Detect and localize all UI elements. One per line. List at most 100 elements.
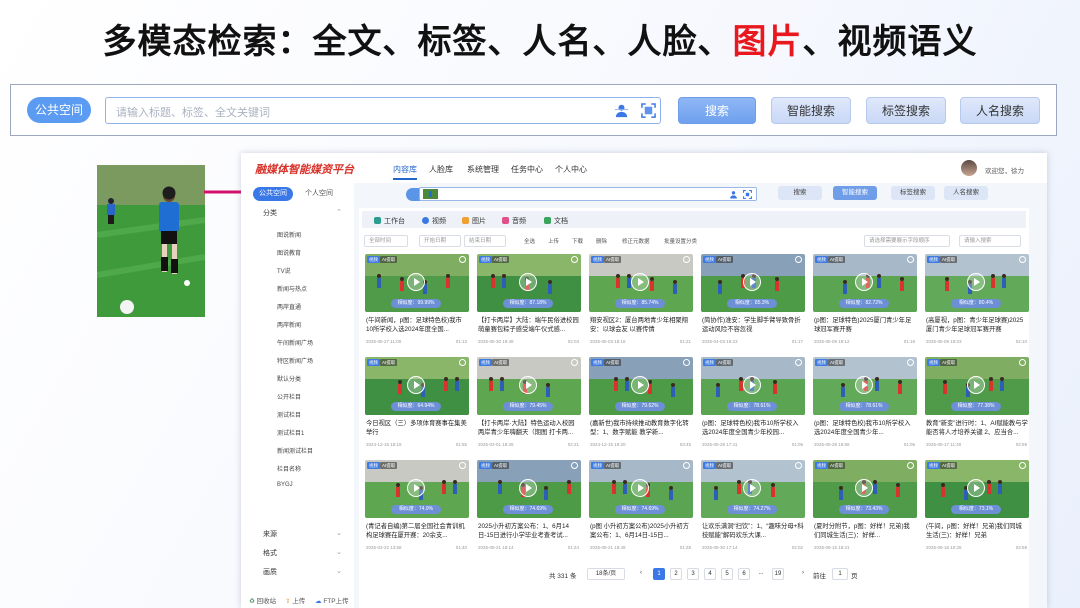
app-tag-search-button[interactable]: 标签搜索 [891, 186, 935, 200]
chevron-down-icon[interactable]: ⌄ [336, 548, 342, 556]
sidebar-item[interactable]: BYGJ [277, 482, 293, 488]
video-thumbnail[interactable]: 视频 AI提取 相似度：73.1% [925, 460, 1029, 518]
play-icon[interactable] [519, 376, 537, 394]
face-search-icon[interactable] [729, 190, 738, 199]
tag-search-button[interactable]: 标签搜索 [866, 97, 946, 124]
video-thumbnail[interactable]: 视频 AI提取 相似度：77.38% [925, 357, 1029, 415]
result-card[interactable]: 视频 AI提取 相似度：64.94% 今日视区（三）多项体育赛事在集美举行 20… [365, 357, 469, 453]
result-card[interactable]: 视频 AI提取 相似度：74.69% 2025小升初方案公布：1、6月14日-1… [477, 460, 581, 556]
field-order-select[interactable]: 请选择需要展示字段顺序 [864, 235, 950, 247]
video-thumbnail[interactable]: 视频 AI提取 相似度：79.45% [477, 357, 581, 415]
scope-pill[interactable]: 公共空间 [27, 97, 91, 123]
card-title[interactable]: (午间新闻，p图：足球特色校)我市10所学校入选2024年度全国... [366, 316, 468, 334]
page-number[interactable]: 1 [653, 568, 665, 580]
page-number[interactable]: 4 [704, 568, 716, 580]
video-thumbnail[interactable]: 视频 AI提取 相似度：74.69% [477, 460, 581, 518]
card-title[interactable]: 【打卡两岸·大陆】特色运动入校园 两岸青少年嗨翻天（期图 打卡两... [478, 419, 580, 437]
video-thumbnail[interactable]: 视频 AI提取 相似度：82.72% [813, 254, 917, 312]
card-title[interactable]: (简协作)淮安：学生脚手臂导致骨折 运动风险不容忽视 [702, 316, 804, 334]
sidebar-section-source[interactable]: 来源 [263, 529, 277, 539]
name-search-button[interactable]: 人名搜索 [960, 97, 1040, 124]
page-number[interactable]: 5 [721, 568, 733, 580]
search-input[interactable]: 请输入标题、标签、全文关键词 [105, 97, 661, 124]
select-circle-icon[interactable] [795, 462, 802, 469]
video-thumbnail[interactable]: 视频 AI提取 相似度：85.74% [589, 254, 693, 312]
video-thumbnail[interactable]: 视频 AI提取 相似度：74.27% [701, 460, 805, 518]
sidebar-item[interactable]: 新闻测试栏目 [277, 446, 313, 455]
video-thumbnail[interactable]: 视频 AI提取 相似度：87.18% [477, 254, 581, 312]
card-title[interactable]: (嘉新世)我市持续推动教育数字化转型：1、数字赋能 教学新... [590, 419, 692, 437]
tab-audio[interactable]: 音频 [502, 216, 526, 226]
next-page-button[interactable]: › [797, 568, 809, 580]
result-card[interactable]: 视频 AI提取 相似度：74.9% (青记者自编)第二届全国社会青训机构足球赛在… [365, 460, 469, 556]
play-icon[interactable] [407, 273, 425, 291]
play-icon[interactable] [855, 479, 873, 497]
batch-category-action[interactable]: 批量设置分类 [664, 237, 697, 245]
end-date-input[interactable]: 结束日期 [464, 235, 506, 247]
result-card[interactable]: 视频 AI提取 相似度：74.69% (p图 小升初方案公布)2025小升初方案… [589, 460, 693, 556]
select-circle-icon[interactable] [907, 462, 914, 469]
select-circle-icon[interactable] [571, 359, 578, 366]
result-card[interactable]: 视频 AI提取 相似度：77.38% 教育“新变”进行时：1、AI赋能教与学 能… [925, 357, 1029, 453]
sidebar-section-quality[interactable]: 画质 [263, 567, 277, 577]
avatar[interactable] [961, 160, 977, 176]
prev-page-button[interactable]: ‹ [635, 568, 647, 580]
result-card[interactable]: 视频 AI提取 相似度：85.3% (简协作)淮安：学生脚手臂导致骨折 运动风险… [701, 254, 805, 350]
sidebar-item[interactable]: 测试栏目1 [277, 428, 304, 437]
video-thumbnail[interactable]: 视频 AI提取 相似度：73.43% [813, 460, 917, 518]
app-search-input[interactable] [419, 187, 757, 201]
video-thumbnail[interactable]: 视频 AI提取 相似度：85.3% [701, 254, 805, 312]
nav-profile[interactable]: 个人中心 [555, 164, 587, 175]
sidebar-item[interactable]: 图说教育 [277, 248, 301, 257]
page-number[interactable]: 6 [738, 568, 750, 580]
select-circle-icon[interactable] [907, 359, 914, 366]
nav-system[interactable]: 系统管理 [467, 164, 499, 175]
edit-metadata-action[interactable]: 修正元数据 [622, 237, 650, 245]
sidebar-item[interactable]: TV说 [277, 266, 291, 275]
page-size-select[interactable]: 18条/页 [587, 568, 625, 580]
sidebar-item[interactable]: 栏目名称 [277, 464, 301, 473]
card-title[interactable]: (青记者自编)第二届全国社会青训机构足球赛在厦开赛：20余支... [366, 522, 468, 540]
nav-content-library[interactable]: 内容库 [393, 164, 417, 180]
play-icon[interactable] [407, 479, 425, 497]
sidebar-item[interactable]: 图说新闻 [277, 230, 301, 239]
sidebar-item[interactable]: 公开栏目 [277, 392, 301, 401]
play-icon[interactable] [743, 479, 761, 497]
play-icon[interactable] [519, 479, 537, 497]
result-card[interactable]: 视频 AI提取 相似度：82.72% (p图：足球特色)2025厦门青少年足球冠… [813, 254, 917, 350]
time-select[interactable]: 全部时间 [364, 235, 408, 247]
page-number[interactable]: 3 [687, 568, 699, 580]
result-card[interactable]: 视频 AI提取 相似度：73.1% (午间，p图：好样！兄弟)我们同城生活(三)… [925, 460, 1029, 556]
select-circle-icon[interactable] [683, 359, 690, 366]
play-icon[interactable] [519, 273, 537, 291]
sidebar-section-category[interactable]: 分类 [263, 208, 277, 218]
image-search-icon[interactable] [743, 190, 752, 199]
play-icon[interactable] [743, 376, 761, 394]
download-action[interactable]: 下载 [572, 237, 583, 245]
play-icon[interactable] [631, 376, 649, 394]
select-circle-icon[interactable] [1019, 359, 1026, 366]
page-number[interactable]: 19 [772, 568, 784, 580]
select-circle-icon[interactable] [459, 359, 466, 366]
result-card[interactable]: 视频 AI提取 相似度：78.61% (p图：足球特色校)我市10所学校入选20… [813, 357, 917, 453]
play-icon[interactable] [967, 479, 985, 497]
sidebar-item[interactable]: 默认分类 [277, 374, 301, 383]
upload-action[interactable]: 上传 [548, 237, 559, 245]
select-circle-icon[interactable] [795, 256, 802, 263]
select-circle-icon[interactable] [1019, 462, 1026, 469]
card-title[interactable]: (p图：足球特色)2025厦门青少年足球冠军赛开赛 [814, 316, 916, 334]
result-card[interactable]: 视频 AI提取 相似度：79.45% 【打卡两岸·大陆】特色运动入校园 两岸青少… [477, 357, 581, 453]
filter-search-input[interactable]: 请输入搜索 [959, 235, 1021, 247]
goto-input[interactable]: 1 [832, 568, 848, 580]
image-search-icon[interactable] [641, 103, 656, 118]
select-circle-icon[interactable] [683, 256, 690, 263]
tab-document[interactable]: 文档 [544, 216, 568, 226]
result-card[interactable]: 视频 AI提取 相似度：73.43% (夏时分附节，p图：好样！兄弟)我们同城生… [813, 460, 917, 556]
play-icon[interactable] [407, 376, 425, 394]
card-title[interactable]: (午间，p图：好样！兄弟)我们同城生活(三)：好样！兄弟 [926, 522, 1028, 540]
face-search-icon[interactable] [614, 103, 629, 118]
page-number[interactable]: ... [755, 568, 767, 580]
sidebar-item[interactable]: 两岸直通 [277, 302, 301, 311]
video-thumbnail[interactable]: 视频 AI提取 相似度：78.61% [813, 357, 917, 415]
select-circle-icon[interactable] [571, 256, 578, 263]
